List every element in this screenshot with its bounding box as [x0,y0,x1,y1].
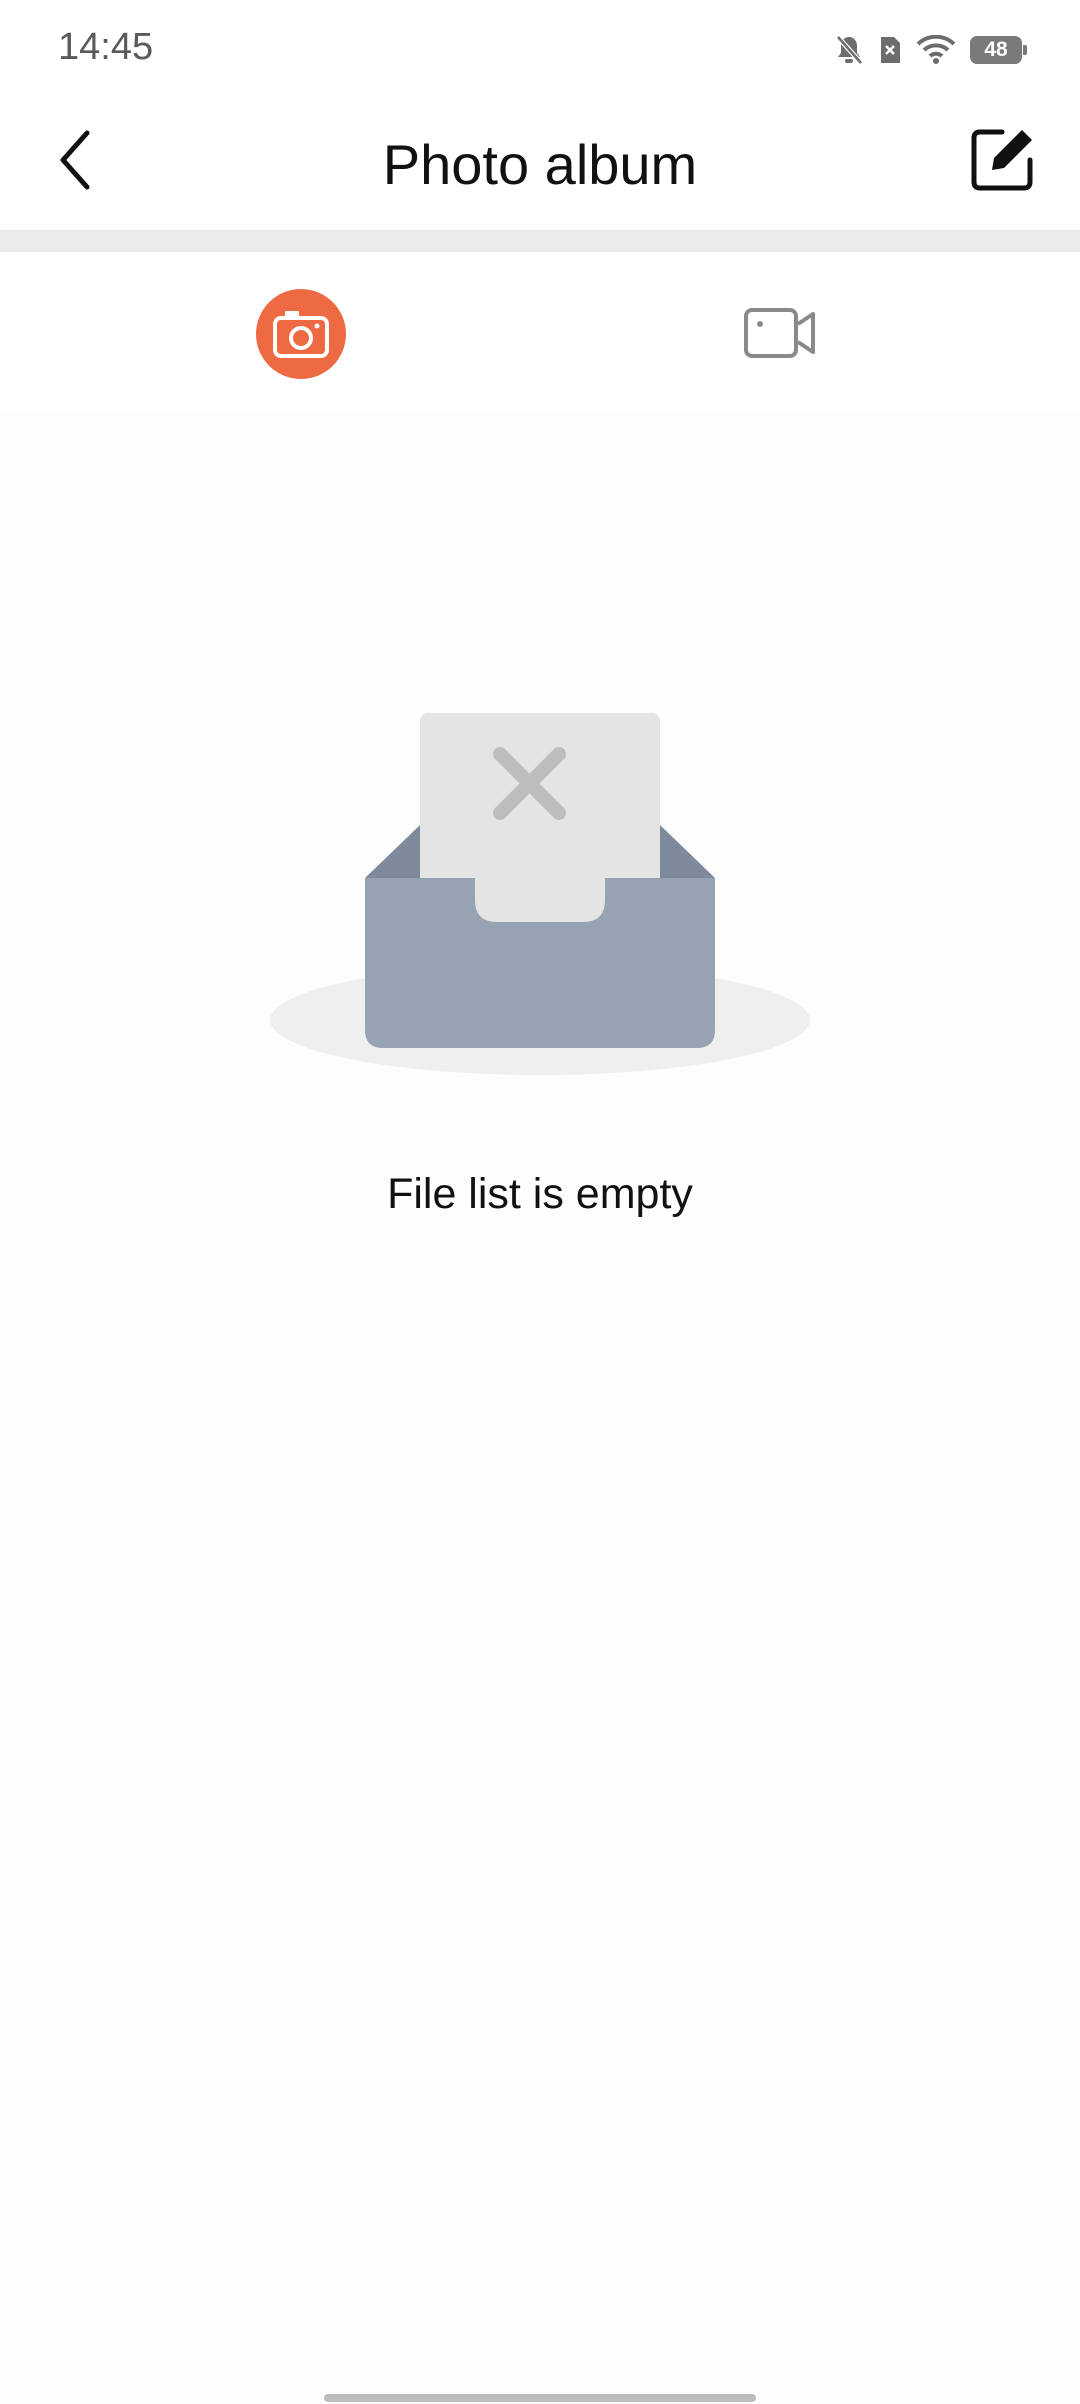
page-title: Photo album [382,133,698,196]
home-indicator[interactable] [324,2394,756,2402]
empty-message: File list is empty [387,1170,693,1218]
edit-icon [971,129,1033,191]
status-bar: 14:45 48 [0,0,1080,96]
tab-photo-active-indicator [256,289,346,379]
header: Photo album [0,96,1080,230]
status-icons: 48 [834,30,1027,70]
wifi-icon [916,35,956,65]
sim-error-icon [878,35,902,65]
camera-icon [273,311,329,358]
photo-album-screen: 14:45 48 Photo album File list is empty [0,0,1080,2404]
media-tabs [0,252,1080,412]
tab-video[interactable] [734,288,826,380]
status-time: 14:45 [58,26,154,68]
header-divider [0,230,1080,252]
battery-level: 48 [984,38,1008,61]
edit-button[interactable] [960,118,1044,202]
video-camera-icon [744,308,815,358]
battery-icon: 48 [970,36,1027,64]
tab-photo[interactable] [255,288,347,380]
bell-muted-icon [834,34,864,66]
empty-inbox-illustration [270,713,810,1075]
